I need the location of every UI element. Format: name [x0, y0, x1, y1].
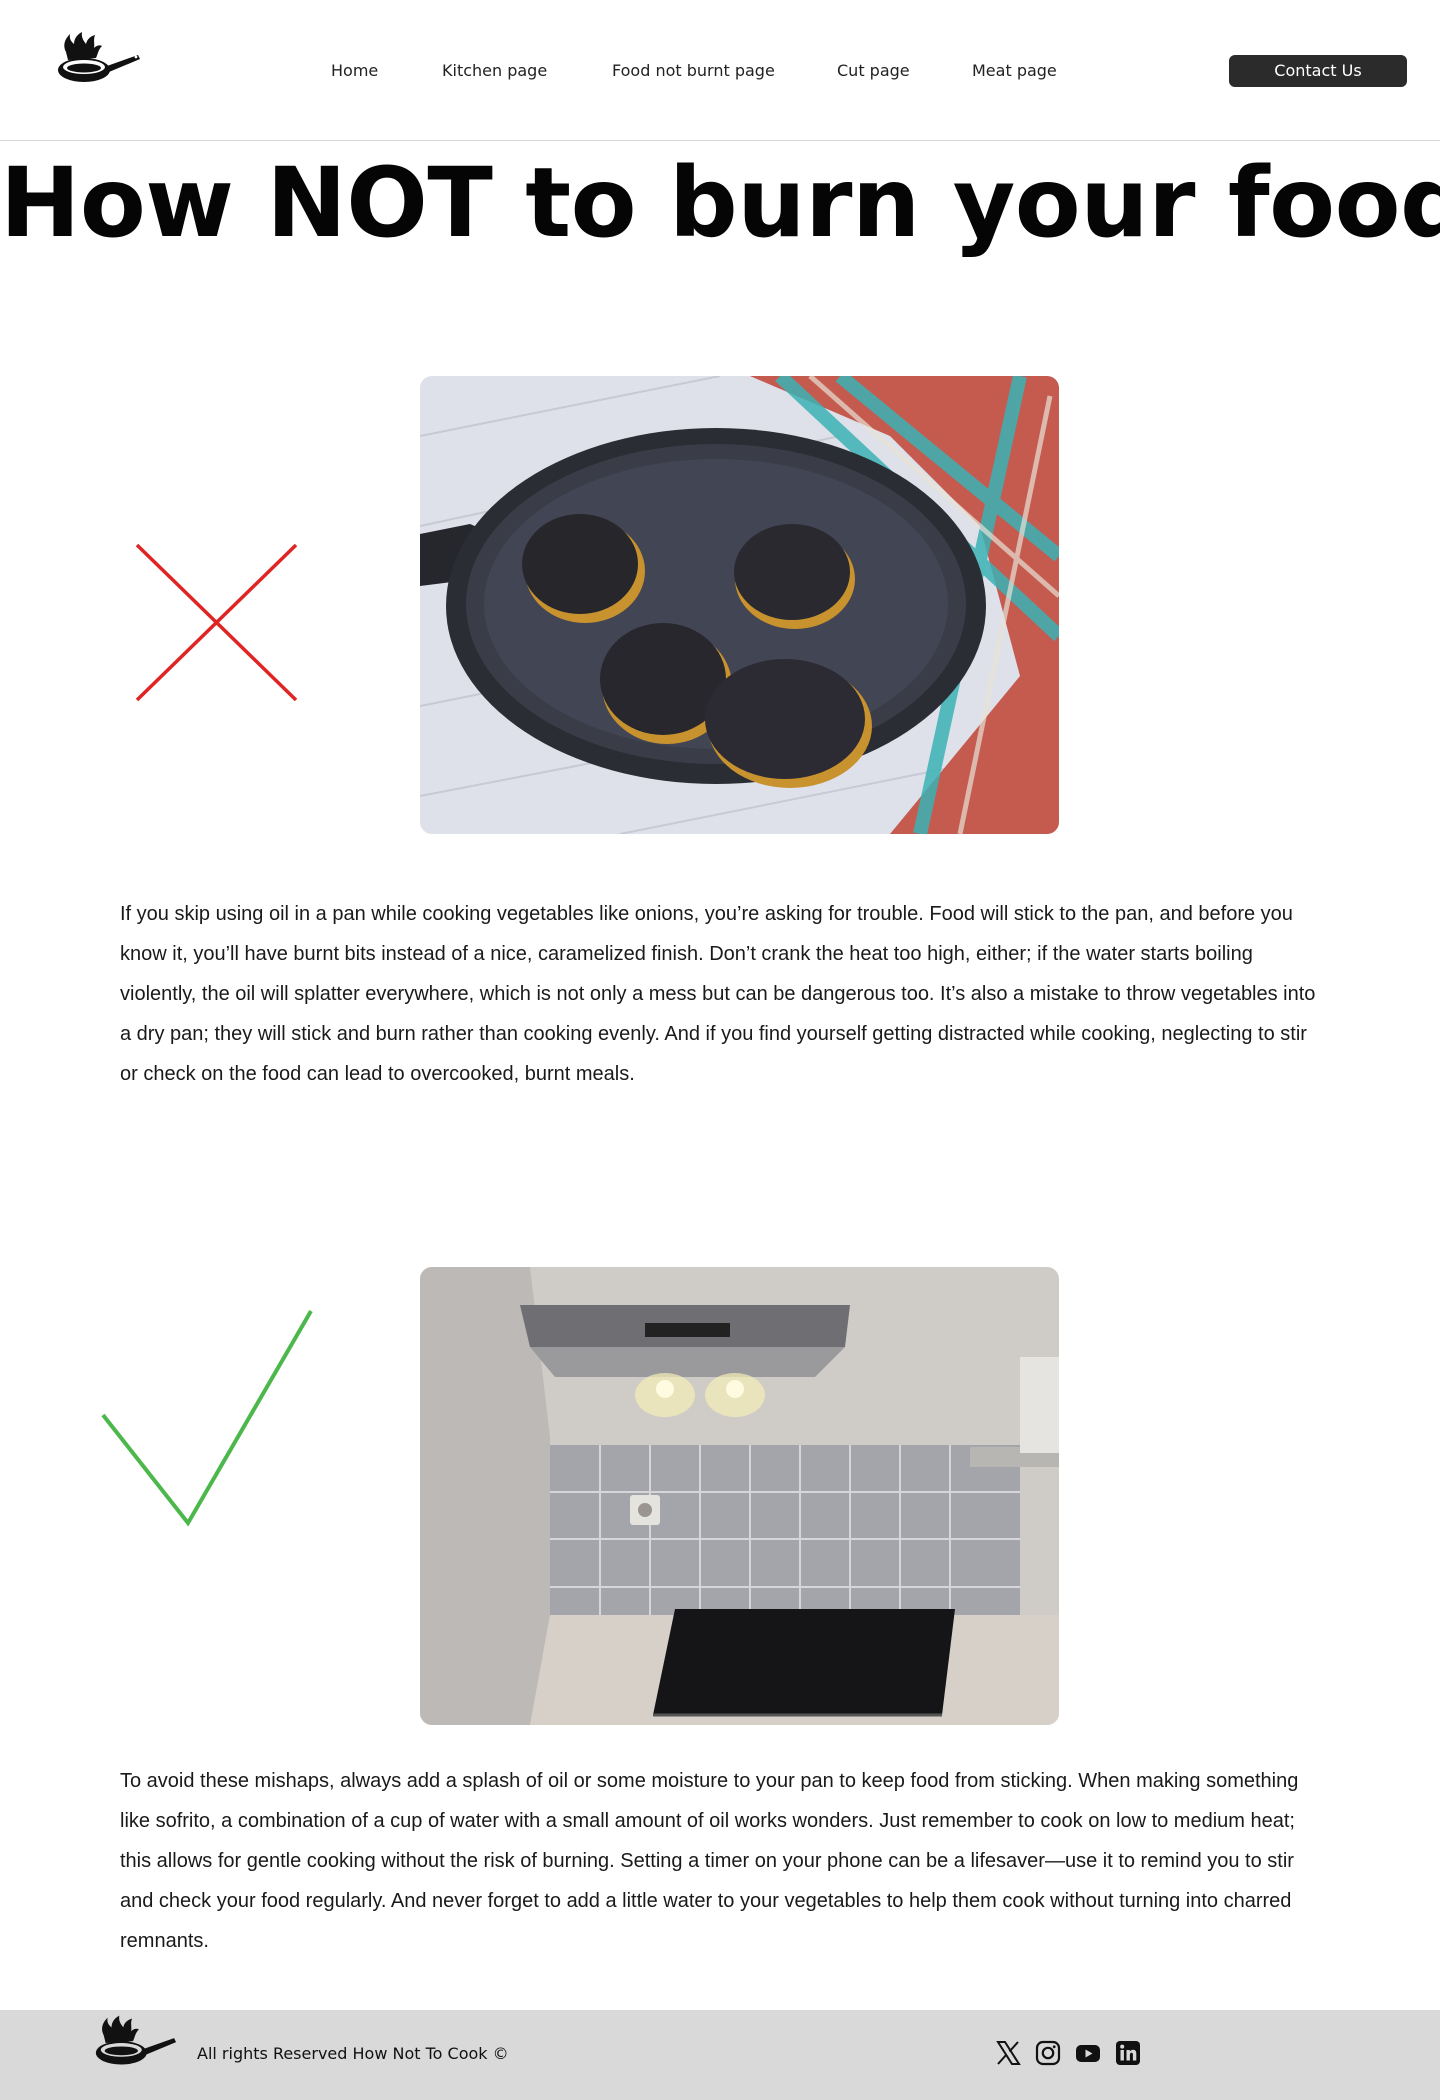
- instagram-icon[interactable]: [1035, 2040, 1061, 2066]
- burnt-food-in-pan-image: [420, 376, 1059, 834]
- clean-kitchen-stove-image: [420, 1267, 1059, 1725]
- main-nav: Home Kitchen page Food not burnt page Cu…: [0, 61, 1440, 83]
- youtube-icon[interactable]: [1075, 2040, 1101, 2066]
- contact-us-button[interactable]: Contact Us: [1229, 55, 1407, 87]
- nav-cut-page[interactable]: Cut page: [837, 61, 910, 80]
- nav-meat-page[interactable]: Meat page: [972, 61, 1057, 80]
- good-practice-paragraph: To avoid these mishaps, always add a spl…: [120, 1770, 1299, 1952]
- nav-home[interactable]: Home: [331, 61, 378, 80]
- nav-food-not-burnt-page[interactable]: Food not burnt page: [612, 61, 775, 80]
- bad-practice-paragraph: If you skip using oil in a pan while coo…: [120, 903, 1316, 1085]
- linkedin-icon[interactable]: [1115, 2040, 1141, 2066]
- x-icon[interactable]: [995, 2040, 1021, 2066]
- nav-kitchen-page[interactable]: Kitchen page: [442, 61, 547, 80]
- green-check-icon: [101, 1309, 313, 1527]
- red-x-icon: [135, 543, 298, 702]
- footer-copyright: All rights Reserved How Not To Cook ©: [197, 2044, 509, 2063]
- footer-flaming-pan-logo-icon[interactable]: [90, 2015, 178, 2075]
- page-title: How NOT to burn your food: [0, 147, 1440, 259]
- site-header: Home Kitchen page Food not burnt page Cu…: [0, 0, 1440, 141]
